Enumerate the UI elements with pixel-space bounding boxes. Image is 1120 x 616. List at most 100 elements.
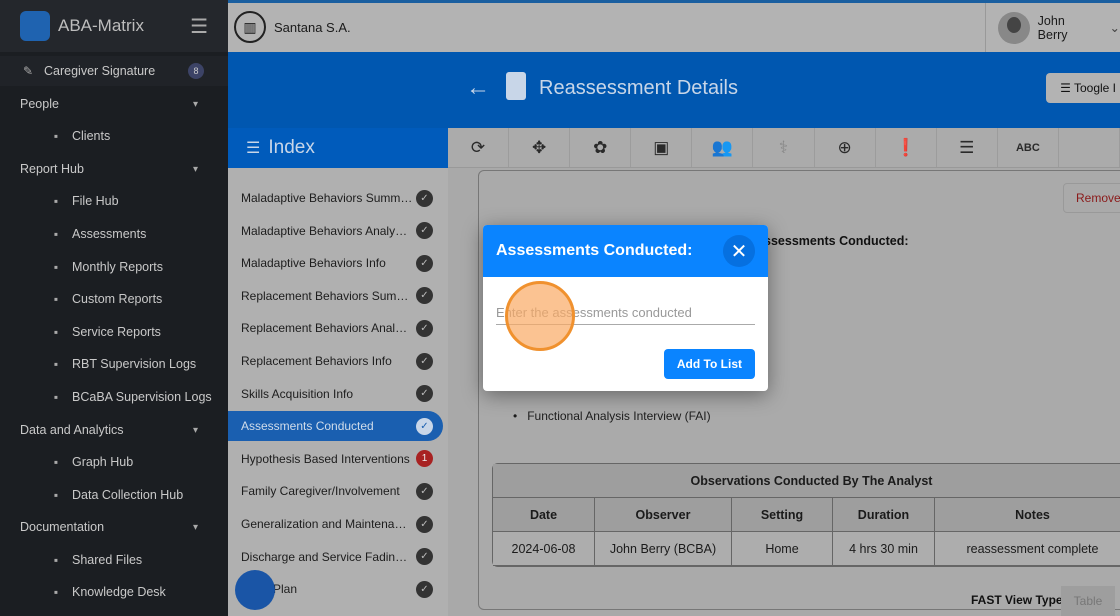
sidebar-item-documentation[interactable]: Documentation ▾ [0,512,228,542]
document-icon: ▪ [53,292,59,306]
clipboard-icon: ▪ [53,227,59,241]
cell-setting: Home [732,532,833,566]
sidebar-item-service-reports[interactable]: ▪ Service Reports [0,317,228,347]
sidebar-item-clients[interactable]: ▪ Clients [0,121,228,151]
index-item[interactable]: Hypothesis Based Interventions 1 [228,444,443,474]
floating-menu-button[interactable] [235,570,275,610]
sidebar-item-label: Clients [72,129,111,143]
index-item[interactable]: Discharge and Service Fading Pl... ✓ [228,542,443,572]
top-header: ▥ Santana S.A. John Berry ⌄ [228,0,1120,52]
close-icon[interactable]: ✕ [723,235,755,267]
sidebar-item-custom-reports[interactable]: ▪ Custom Reports [0,284,228,314]
back-arrow-icon[interactable]: ← [466,74,490,102]
check-circle-icon: ✓ [416,548,433,566]
building-logo-icon: ▥ [234,11,266,43]
sidebar-item-data-collection-hub[interactable]: ▪ Data Collection Hub [0,480,228,510]
index-item-label: Maladaptive Behaviors Analysis ... [241,223,413,238]
sidebar-item-graph-hub[interactable]: ▪ Graph Hub [0,447,228,477]
check-circle-icon: ✓ [416,319,433,337]
check-circle-icon: ✓ [416,482,433,500]
sidebar-item-assessments[interactable]: ▪ Assessments [0,219,228,249]
sidebar-item-label: Documentation [20,520,105,534]
users-group-icon[interactable]: 👥 [692,128,754,167]
check-circle-icon: ✓ [416,417,433,435]
sidebar-item-knowledge-desk[interactable]: ▪ Knowledge Desk [0,577,228,607]
sidebar-item-report-hub[interactable]: Report Hub ▾ [0,154,228,184]
chart-icon: ▪ [53,455,59,469]
index-item[interactable]: Replacement Behaviors Analysis... ✓ [228,313,443,343]
chevron-down-icon: ⌄ [1109,21,1120,35]
sidebar-item-people[interactable]: People ▾ [0,89,228,119]
move-arrows-icon[interactable]: ✥ [509,128,571,167]
service-icon: ▪ [53,325,59,339]
abc-blocks-icon[interactable]: ABC [998,128,1059,167]
user-alert-icon[interactable]: ❗ [876,128,937,167]
puzzle-head-icon[interactable]: ✿ [570,128,632,167]
cloud-icon: ▪ [53,194,59,208]
check-circle-icon: ✓ [416,254,433,272]
add-to-list-button[interactable]: Add To List [663,349,755,379]
company-selector[interactable]: ▥ Santana S.A. [234,11,351,43]
index-item[interactable]: Skills Acquisition Info ✓ [228,379,443,409]
app-name: ABA-Matrix [58,16,144,35]
avatar [998,11,1030,44]
index-item-label: Maladaptive Behaviors Summary [241,191,413,205]
page-title: Reassessment Details [539,77,738,99]
observations-table: Observations Conducted By The Analyst Da… [492,463,1120,567]
index-item[interactable]: Maladaptive Behaviors Analysis ... ✓ [228,216,443,246]
toggle-label: Toogle I [1073,81,1116,95]
toggle-index-button[interactable]: ☰ Toogle I [1046,73,1120,103]
col-setting: Setting [732,498,833,532]
index-item[interactable]: Replacement Behaviors Summary ✓ [228,281,443,311]
index-item[interactable]: Assessments Conducted ✓ [228,411,443,442]
table-row: 2024-06-08 John Berry (BCBA) Home 4 hrs … [493,532,1120,566]
index-item-label: Maladaptive Behaviors Info [241,256,386,271]
sidebar-item-label: People [20,97,59,111]
index-item[interactable]: Family Caregiver/Involvement ✓ [228,476,443,506]
sidebar: ABA-Matrix ☰ ✎ Caregiver Signature 8 People… [0,0,228,616]
hamburger-menu-icon[interactable]: ☰ [190,14,208,39]
sliders-icon[interactable]: ☰ [937,128,998,167]
col-duration: Duration [833,498,935,532]
index-item[interactable]: Maladaptive Behaviors Info ✓ [228,248,443,278]
user-name: John Berry [1037,13,1068,42]
graduation-icon: ▪ [53,585,59,599]
shared-icon: ▪ [53,553,59,567]
index-item-label: Family Caregiver/Involvement [241,484,400,499]
sidebar-item-label: File Hub [72,194,119,208]
reassess-cycle-icon[interactable]: ⟳ [448,128,510,167]
cell-notes: reassessment complete [935,532,1120,566]
sidebar-item-label: Caregiver Signature [44,64,156,78]
sidebar-item-label: Graph Hub [72,455,134,469]
sidebar-item-caregiver-signature[interactable]: ✎ Caregiver Signature 8 [0,56,228,86]
index-item[interactable]: Maladaptive Behaviors Summary ✓ [228,183,443,213]
index-item[interactable]: Generalization and Maintenance ✓ [228,509,443,539]
index-title: Index [268,137,315,158]
more-icon[interactable] [1059,128,1120,167]
sidebar-item-shared-files[interactable]: ▪ Shared Files [0,545,228,575]
index-item[interactable]: Replacement Behaviors Info ✓ [228,346,443,376]
check-circle-icon: ✓ [416,580,433,598]
monitor-chart-icon[interactable]: ▣ [631,128,693,167]
signature-icon: ✎ [22,64,34,78]
sidebar-item-rbt-supervision-logs[interactable]: ▪ RBT Supervision Logs [0,349,228,379]
remove-button[interactable]: Remove [1063,183,1120,213]
check-circle-icon: ✓ [416,515,433,533]
user-icon: ▪ [53,129,59,143]
index-item-label: Replacement Behaviors Summary [241,288,413,303]
fast-view-select[interactable]: Table [1061,586,1115,616]
sidebar-item-data-and-analytics[interactable]: Data and Analytics ▾ [0,415,228,445]
matrix-logo-icon [20,11,50,41]
index-item-label: Assessments Conducted [241,419,374,434]
medical-kit-icon[interactable]: ⊕ [815,128,876,167]
sidebar-item-bcaba-supervision-logs[interactable]: ▪ BCaBA Supervision Logs [0,382,228,412]
monitor-icon: ▪ [53,390,59,404]
stethoscope-icon[interactable]: ⚕ [753,128,815,167]
table-title: Observations Conducted By The Analyst [493,464,1120,498]
check-circle-icon: ✓ [416,385,433,403]
sidebar-item-file-hub[interactable]: ▪ File Hub [0,186,228,216]
sidebar-item-monthly-reports[interactable]: ▪ Monthly Reports [0,252,228,282]
sidebar-item-label: Service Reports [72,325,161,339]
user-menu[interactable]: John Berry ⌄ [985,3,1120,52]
click-indicator [505,281,575,351]
